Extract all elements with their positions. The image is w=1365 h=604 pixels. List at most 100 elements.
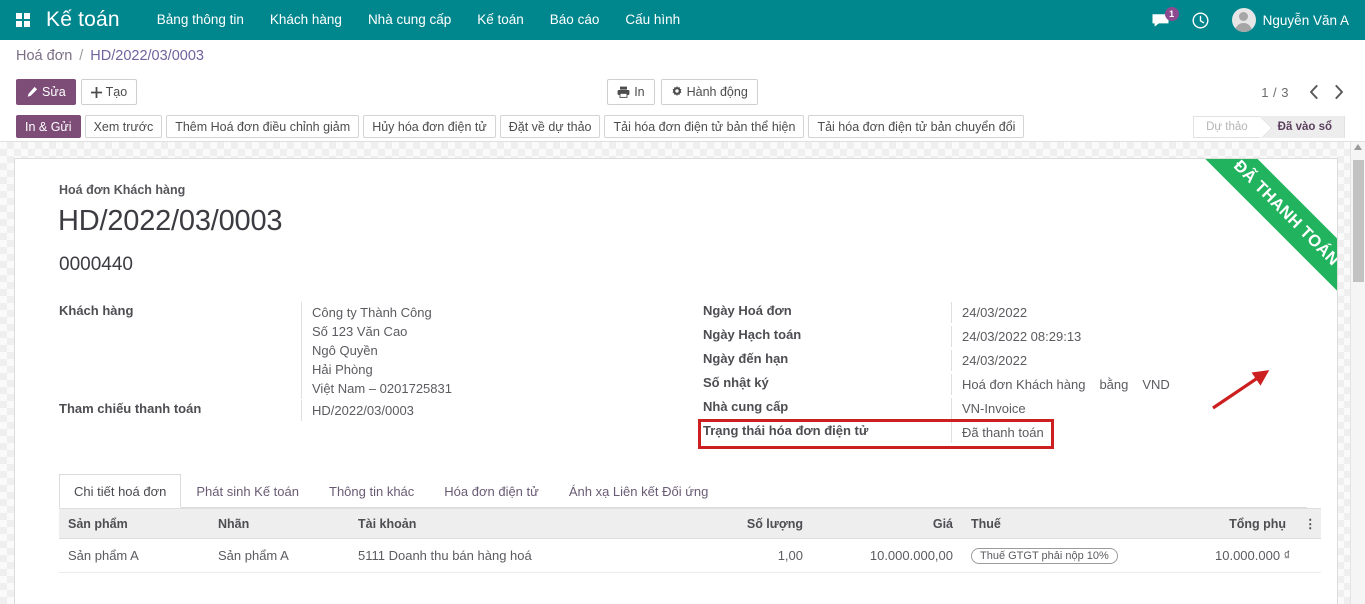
status-bar: Dự thảo Đã vào sổ xyxy=(1193,116,1345,138)
main-menu: Bảng thông tin Khách hàng Nhà cung cấp K… xyxy=(144,0,693,40)
action-print-and-send[interactable]: In & Gửi xyxy=(16,115,81,138)
action-add-credit-note[interactable]: Thêm Hoá đơn điều chỉnh giảm xyxy=(166,115,359,138)
activity-button[interactable] xyxy=(1181,0,1220,40)
avatar xyxy=(1232,8,1256,32)
cell-subtotal: 10.000.000 ₫ xyxy=(1206,539,1295,573)
create-button[interactable]: Tạo xyxy=(81,79,138,105)
field-payment-reference-label: Tham chiếu thanh toán xyxy=(59,400,301,417)
action-button-label: Hành động xyxy=(687,85,748,99)
gear-icon xyxy=(671,86,683,98)
messages-badge: 1 xyxy=(1165,7,1179,21)
user-name-label: Nguyễn Văn A xyxy=(1263,13,1349,28)
field-payment-reference: Tham chiếu thanh toán HD/2022/03/0003 xyxy=(59,400,683,424)
control-panel: Sửa Tạo In Hành động 1 / 3 xyxy=(0,72,1365,112)
field-payment-reference-value: HD/2022/03/0003 xyxy=(301,400,683,421)
column-quantity[interactable]: Số lượng xyxy=(682,509,812,539)
table-row[interactable]: Sản phẩm A Sản phẩm A 5111 Doanh thu bán… xyxy=(59,539,1321,573)
action-cancel-einvoice[interactable]: Hủy hóa đơn điện tử xyxy=(363,115,496,138)
field-customer-value[interactable]: Công ty Thành Công Số 123 Văn Cao Ngô Qu… xyxy=(301,302,683,399)
sheet-document-type: Hoá đơn Khách hàng xyxy=(59,183,1307,197)
action-download-einvoice-display[interactable]: Tải hóa đơn điện tử bản thể hiện xyxy=(604,115,804,138)
field-customer: Khách hàng Công ty Thành Công Số 123 Văn… xyxy=(59,302,683,400)
vertical-dots-icon[interactable]: ⋮ xyxy=(1295,509,1321,539)
column-product[interactable]: Sản phẩm xyxy=(59,509,209,539)
scrollbar-thumb[interactable] xyxy=(1353,160,1364,282)
info-left-column: Khách hàng Công ty Thành Công Số 123 Văn… xyxy=(59,302,683,446)
tab-other-info[interactable]: Thông tin khác xyxy=(314,474,429,508)
cell-quantity: 1,00 xyxy=(682,539,812,573)
top-navbar: Kế toán Bảng thông tin Khách hàng Nhà cu… xyxy=(0,0,1365,40)
pager-next-button[interactable] xyxy=(1327,79,1351,105)
cell-options xyxy=(1295,539,1321,573)
tab-invoice-lines[interactable]: Chi tiết hoá đơn xyxy=(59,474,181,508)
tab-journal-items[interactable]: Phát sinh Kế toán xyxy=(181,474,314,508)
table-header-row: Sản phẩm Nhãn Tài khoản Số lượng Giá Thu… xyxy=(59,509,1321,539)
action-button[interactable]: Hành động xyxy=(661,79,758,105)
action-download-einvoice-converted[interactable]: Tải hóa đơn điện tử bản chuyển đổi xyxy=(808,115,1024,138)
action-preview[interactable]: Xem trước xyxy=(85,115,163,138)
status-badge: Đã thanh toán xyxy=(951,422,1051,443)
print-button[interactable]: In xyxy=(607,79,654,105)
field-accounting-date: Ngày Hạch toán 24/03/2022 08:29:13 xyxy=(703,326,1307,350)
scroll-up-icon[interactable] xyxy=(1354,144,1362,150)
customer-street: Số 123 Văn Cao xyxy=(312,322,683,341)
edit-button-label: Sửa xyxy=(42,85,66,99)
field-customer-label: Khách hàng xyxy=(59,302,301,319)
cell-price: 10.000.000,00 xyxy=(812,539,962,573)
annotation-arrow-icon xyxy=(1210,364,1280,414)
field-journal-label: Số nhật ký xyxy=(703,374,951,391)
pager-previous-button[interactable] xyxy=(1301,79,1325,105)
menu-item-accounting[interactable]: Kế toán xyxy=(464,0,537,40)
journal-name: Hoá đơn Khách hàng xyxy=(962,375,1085,394)
status-draft[interactable]: Dự thảo xyxy=(1193,116,1260,138)
menu-item-dashboard[interactable]: Bảng thông tin xyxy=(144,0,257,40)
field-invoice-date-value: 24/03/2022 xyxy=(951,302,1307,323)
tab-einvoice[interactable]: Hóa đơn điện tử xyxy=(429,474,554,508)
chevron-left-icon xyxy=(1309,85,1318,99)
breadcrumb-separator: / xyxy=(79,48,83,64)
clock-icon xyxy=(1192,12,1209,29)
menu-item-reports[interactable]: Báo cáo xyxy=(537,0,613,40)
apps-menu-toggle[interactable] xyxy=(0,0,46,40)
tax-pill: Thuế GTGT phải nộp 10% xyxy=(971,548,1118,564)
grid-apps-icon xyxy=(16,13,30,27)
breadcrumb-current: HD/2022/03/0003 xyxy=(90,48,204,64)
field-invoice-date: Ngày Hoá đơn 24/03/2022 xyxy=(703,302,1307,326)
navbar-right-group: 1 Nguyễn Văn A xyxy=(1140,0,1355,40)
pencil-icon xyxy=(26,86,38,98)
invoice-info-grid: Khách hàng Công ty Thành Công Số 123 Văn… xyxy=(45,302,1307,446)
breadcrumb: Hoá đơn / HD/2022/03/0003 xyxy=(0,40,1365,72)
column-tax[interactable]: Thuế xyxy=(962,509,1206,539)
status-posted[interactable]: Đã vào sổ xyxy=(1260,116,1345,138)
cell-label: Sản phẩm A xyxy=(209,539,349,573)
control-center-buttons: In Hành động xyxy=(0,79,1365,105)
column-account[interactable]: Tài khoản xyxy=(349,509,682,539)
column-price[interactable]: Giá xyxy=(812,509,962,539)
pager: 1 / 3 xyxy=(1261,79,1351,105)
field-accounting-date-label: Ngày Hạch toán xyxy=(703,326,951,343)
pager-count: 1 / 3 xyxy=(1261,85,1289,100)
form-sheet-area: Đã thanh toán Hoá đơn Khách hàng HD/2022… xyxy=(0,142,1365,604)
tab-reconciliation-mapping[interactable]: Ánh xạ Liên kết Đối ứng xyxy=(554,474,724,508)
vertical-scrollbar[interactable] xyxy=(1350,142,1365,604)
menu-item-customers[interactable]: Khách hàng xyxy=(257,0,355,40)
action-reset-to-draft[interactable]: Đặt về dự thảo xyxy=(500,115,601,138)
menu-item-vendors[interactable]: Nhà cung cấp xyxy=(355,0,464,40)
edit-button[interactable]: Sửa xyxy=(16,79,76,105)
menu-item-configuration[interactable]: Cấu hình xyxy=(612,0,693,40)
user-menu[interactable]: Nguyễn Văn A xyxy=(1220,0,1355,40)
notebook-tabs: Chi tiết hoá đơn Phát sinh Kế toán Thông… xyxy=(59,474,1307,508)
field-invoice-date-label: Ngày Hoá đơn xyxy=(703,302,951,319)
messages-button[interactable]: 1 xyxy=(1140,0,1181,40)
cell-product: Sản phẩm A xyxy=(59,539,209,573)
field-accounting-date-value: 24/03/2022 08:29:13 xyxy=(951,326,1307,347)
breadcrumb-root[interactable]: Hoá đơn xyxy=(16,48,72,64)
page-title: HD/2022/03/0003 xyxy=(58,205,1307,238)
field-einvoice-provider-label: Nhà cung cấp xyxy=(703,398,951,415)
customer-country-vat: Việt Nam – 0201725831 xyxy=(312,379,683,398)
cell-tax: Thuế GTGT phải nộp 10% xyxy=(962,539,1206,573)
column-label[interactable]: Nhãn xyxy=(209,509,349,539)
field-due-date-label: Ngày đến hạn xyxy=(703,350,951,367)
column-subtotal[interactable]: Tổng phụ xyxy=(1206,509,1295,539)
print-button-label: In xyxy=(634,85,644,99)
